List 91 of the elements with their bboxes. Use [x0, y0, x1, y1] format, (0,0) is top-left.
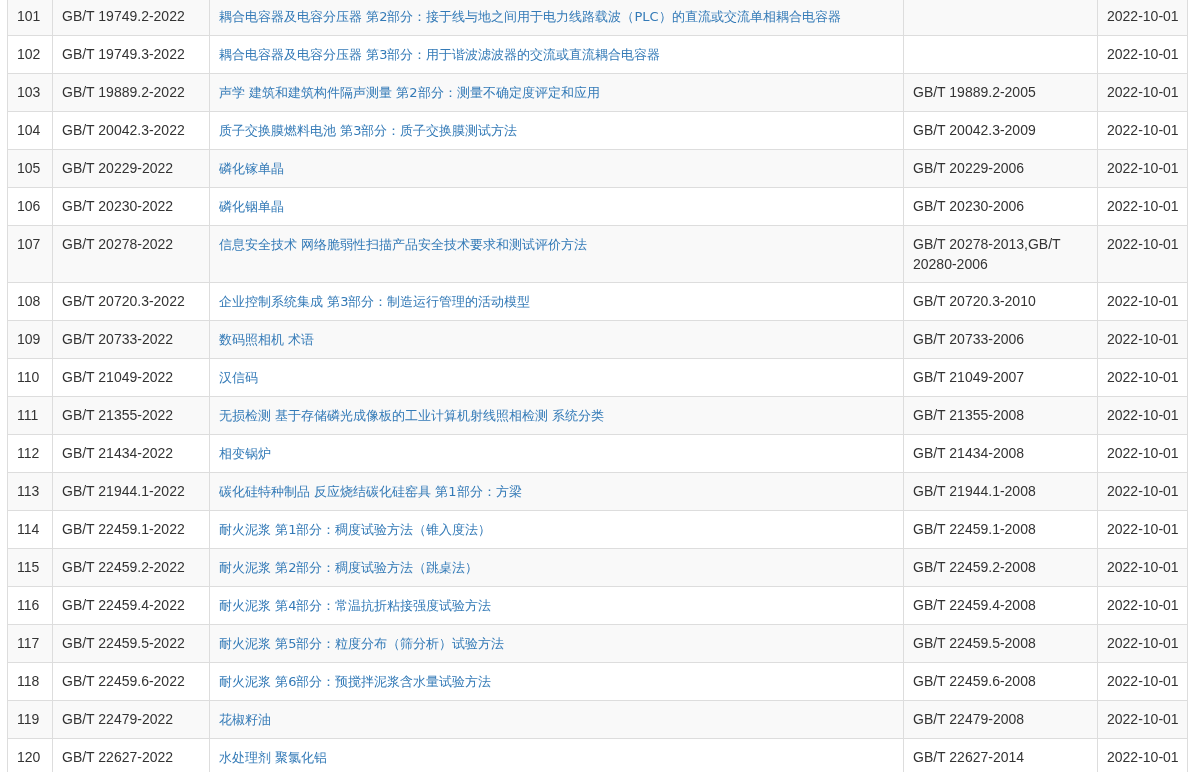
table-cell: 106 [7, 187, 53, 226]
table-cell: GB/T 20720.3-2010 [903, 282, 1098, 321]
table-cell: 2022-10-01 [1097, 662, 1188, 701]
table-cell: GB/T 21355-2022 [52, 396, 210, 435]
table-cell: GB/T 19889.2-2005 [903, 73, 1098, 112]
table-cell: GB/T 22459.4-2022 [52, 586, 210, 625]
table-cell: 102 [7, 35, 53, 74]
standard-title-link[interactable]: 企业控制系统集成 第3部分：制造运行管理的活动模型 [219, 294, 531, 309]
table-cell: 104 [7, 111, 53, 150]
table-cell: 116 [7, 586, 53, 625]
table-cell: 2022-10-01 [1097, 586, 1188, 625]
standard-title-link[interactable]: 数码照相机 术语 [219, 332, 315, 347]
table-cell: 117 [7, 624, 53, 663]
table-cell: GB/T 22459.6-2008 [903, 662, 1098, 701]
table-cell: GB/T 20230-2006 [903, 187, 1098, 226]
table-cell: GB/T 20229-2022 [52, 149, 210, 188]
table-cell: 2022-10-01 [1097, 187, 1188, 226]
standard-title-link[interactable]: 水处理剂 聚氯化铝 [219, 750, 328, 765]
table-cell: GB/T 20230-2022 [52, 187, 210, 226]
standard-title-link[interactable]: 汉信码 [219, 370, 258, 385]
standard-title-link[interactable]: 耐火泥浆 第1部分：稠度试验方法（锥入度法） [219, 522, 492, 537]
table-cell: GB/T 22459.4-2008 [903, 586, 1098, 625]
table-cell: 2022-10-01 [1097, 396, 1188, 435]
table-cell: GB/T 20042.3-2022 [52, 111, 210, 150]
table-cell: 105 [7, 149, 53, 188]
table-cell: 107 [7, 225, 53, 283]
standard-title-link[interactable]: 耐火泥浆 第4部分：常温抗折粘接强度试验方法 [219, 598, 492, 613]
table-cell: 2022-10-01 [1097, 320, 1188, 359]
table-cell: GB/T 20720.3-2022 [52, 282, 210, 321]
standard-title-link[interactable]: 磷化镓单晶 [219, 161, 284, 176]
table-cell: 108 [7, 282, 53, 321]
table-cell: 2022-10-01 [1097, 225, 1188, 283]
table-cell: 2022-10-01 [1097, 434, 1188, 473]
table-cell: 2022-10-01 [1097, 624, 1188, 663]
standard-title-link[interactable]: 碳化硅特种制品 反应烧结碳化硅窑具 第1部分：方梁 [219, 484, 522, 499]
standard-title-link[interactable]: 相变锅炉 [219, 446, 271, 461]
table-cell: 2022-10-01 [1097, 282, 1188, 321]
table-cell: GB/T 22479-2008 [903, 700, 1098, 739]
table-cell: 114 [7, 510, 53, 549]
table-cell: 2022-10-01 [1097, 73, 1188, 112]
table-cell: GB/T 21049-2007 [903, 358, 1098, 397]
table-cell: GB/T 19749.2-2022 [52, 0, 210, 36]
table-cell: GB/T 20042.3-2009 [903, 111, 1098, 150]
table-cell: GB/T 21355-2008 [903, 396, 1098, 435]
table-cell: GB/T 22459.5-2022 [52, 624, 210, 663]
table-cell: 2022-10-01 [1097, 149, 1188, 188]
table-cell: GB/T 21049-2022 [52, 358, 210, 397]
table-cell: 2022-10-01 [1097, 0, 1188, 36]
table-cell: GB/T 20278-2022 [52, 225, 210, 283]
table-cell: GB/T 20278-2013,GB/T 20280-2006 [903, 225, 1098, 283]
table-cell: GB/T 20733-2006 [903, 320, 1098, 359]
table-cell: GB/T 22479-2022 [52, 700, 210, 739]
table-cell: 119 [7, 700, 53, 739]
standard-title-link[interactable]: 质子交换膜燃料电池 第3部分：质子交换膜测试方法 [219, 123, 518, 138]
table-cell: GB/T 22459.1-2022 [52, 510, 210, 549]
table-cell: 2022-10-01 [1097, 700, 1188, 739]
table-cell: 2022-10-01 [1097, 358, 1188, 397]
table-cell: GB/T 22459.6-2022 [52, 662, 210, 701]
table-cell: 2022-10-01 [1097, 548, 1188, 587]
table-cell: 103 [7, 73, 53, 112]
table-cell: GB/T 22459.2-2008 [903, 548, 1098, 587]
table-cell: 118 [7, 662, 53, 701]
table-cell: 2022-10-01 [1097, 35, 1188, 74]
table-cell: 2022-10-01 [1097, 510, 1188, 549]
table-cell: GB/T 21434-2008 [903, 434, 1098, 473]
table-cell: 115 [7, 548, 53, 587]
table-cell: GB/T 21944.1-2008 [903, 472, 1098, 511]
table-cell: GB/T 19889.2-2022 [52, 73, 210, 112]
table-cell: GB/T 21944.1-2022 [52, 472, 210, 511]
table-cell: GB/T 21434-2022 [52, 434, 210, 473]
table-cell: 120 [7, 738, 53, 772]
table-cell: GB/T 22459.5-2008 [903, 624, 1098, 663]
table-cell: GB/T 20733-2022 [52, 320, 210, 359]
standard-title-link[interactable]: 耐火泥浆 第2部分：稠度试验方法（跳桌法） [219, 560, 479, 575]
standard-title-link[interactable]: 磷化铟单晶 [219, 199, 284, 214]
table-cell: 113 [7, 472, 53, 511]
standard-title-link[interactable]: 耐火泥浆 第5部分：粒度分布（筛分析）试验方法 [219, 636, 505, 651]
table-cell: 111 [7, 396, 53, 435]
table-cell: 2022-10-01 [1097, 111, 1188, 150]
table-cell: 101 [7, 0, 53, 36]
table-cell: GB/T 22459.2-2022 [52, 548, 210, 587]
table-cell: 2022-10-01 [1097, 472, 1188, 511]
table-cell: 112 [7, 434, 53, 473]
table-cell: 109 [7, 320, 53, 359]
standard-title-link[interactable]: 花椒籽油 [219, 712, 271, 727]
table-cell: GB/T 20229-2006 [903, 149, 1098, 188]
table-cell: GB/T 19749.3-2022 [52, 35, 210, 74]
table-cell: GB/T 22459.1-2008 [903, 510, 1098, 549]
table-cell: 110 [7, 358, 53, 397]
standard-title-link[interactable]: 信息安全技术 网络脆弱性扫描产品安全技术要求和测试评价方法 [219, 237, 588, 252]
standard-title-link[interactable]: 耐火泥浆 第6部分：预搅拌泥浆含水量试验方法 [219, 674, 492, 689]
